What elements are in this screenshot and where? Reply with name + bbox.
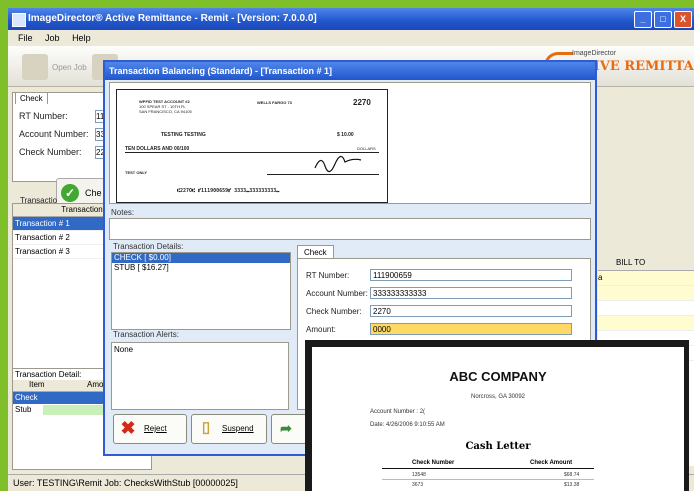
- rt-number-label: RT Number:: [306, 271, 350, 280]
- close-button[interactable]: X: [674, 11, 692, 28]
- title-bar: ImageDirector® Active Remittance - Remit…: [8, 8, 694, 30]
- menu-bar: File Job Help: [8, 30, 694, 46]
- detail-row-stub-label: Stub: [15, 405, 32, 414]
- notes-field[interactable]: [109, 218, 591, 240]
- open-job-icon[interactable]: [22, 54, 48, 80]
- maximize-button[interactable]: □: [654, 11, 672, 28]
- amount-label: Amount:: [306, 325, 336, 334]
- check-image: WPFID TEST ACCOUNT #2 100 SPEAR ST - 10T…: [116, 89, 388, 203]
- report-company: ABC COMPANY: [449, 369, 547, 384]
- report-col-check-amount: Check Amount: [530, 460, 573, 466]
- menu-help[interactable]: Help: [72, 33, 91, 43]
- signature-icon: [314, 155, 362, 173]
- check-image-panel: WPFID TEST ACCOUNT #2 100 SPEAR ST - 10T…: [109, 82, 591, 204]
- report-cell: 13548: [412, 472, 426, 478]
- check-pay-to: TESTING TESTING: [161, 132, 206, 138]
- report-account-line: Account Number : 2(: [370, 409, 426, 415]
- check-payer-city: SAN FRANCISCO, CA 94105: [139, 109, 192, 114]
- item-column-header[interactable]: Item: [29, 380, 45, 389]
- minimize-button[interactable]: _: [634, 11, 652, 28]
- check-number-print: 2270: [353, 98, 371, 107]
- report-row-rule: [382, 479, 594, 480]
- check-dollars-label: DOLLARS: [357, 146, 376, 151]
- open-job-label: Open Job: [52, 63, 87, 72]
- window-title: ImageDirector® Active Remittance - Remit…: [28, 13, 317, 24]
- next-arrow-icon: ➦: [280, 420, 292, 436]
- report-address: Norcross, GA 30092: [470, 394, 526, 400]
- check-number-label: Check Number:: [306, 307, 362, 316]
- tab-check-details[interactable]: Check: [297, 245, 334, 259]
- amount-input[interactable]: 0000: [370, 323, 572, 335]
- dialog-title: Transaction Balancing (Standard) - [Tran…: [105, 62, 595, 80]
- check-micr-line: ⑆227O⑆ ⑈111900659⑈ 3333⑉333333333⑉: [177, 188, 280, 194]
- transaction-details-label: Transaction Details:: [113, 242, 184, 251]
- tab-check[interactable]: Check: [15, 92, 48, 104]
- account-number-label: Account Number:: [19, 129, 89, 139]
- rt-number-label: RT Number:: [19, 111, 68, 121]
- rt-number-input[interactable]: 111900659: [370, 269, 572, 281]
- check-number-label: Check Number:: [19, 147, 82, 157]
- report-page: ABC COMPANY Norcross, GA 30092 Account N…: [312, 347, 684, 491]
- check-memo: TEST ONLY: [125, 170, 148, 175]
- cash-letter-report: ABC COMPANY Norcross, GA 30092 Account N…: [305, 340, 689, 491]
- report-header-rule: [382, 468, 594, 469]
- checkmark-icon: ✓: [61, 184, 79, 202]
- stub-amount-cell: [43, 405, 103, 415]
- suspend-icon: ▯: [201, 419, 211, 436]
- app-icon: [12, 13, 26, 27]
- check-number-input[interactable]: 2270: [370, 305, 572, 317]
- check-amount-box: $ 10.00: [337, 132, 354, 138]
- reject-x-icon: ✖: [120, 418, 136, 438]
- report-cell: $13.38: [564, 482, 580, 488]
- account-number-input[interactable]: 333333333333: [370, 287, 572, 299]
- check-signature-line: [267, 174, 379, 175]
- next-action-button[interactable]: ➦: [271, 414, 307, 444]
- report-date-line: Date: 4/26/2006 9:10:55 AM: [370, 422, 445, 428]
- suspend-label: Suspend: [222, 424, 254, 433]
- menu-file[interactable]: File: [18, 33, 33, 43]
- transaction-details-list: CHECK [ $0.00] STUB [ $16.27]: [111, 252, 291, 330]
- transaction-detail-item[interactable]: CHECK [ $0.00]: [112, 253, 290, 263]
- check-button-label: Che: [85, 188, 102, 198]
- grid-row[interactable]: [598, 286, 694, 301]
- reject-label: Reject: [144, 424, 167, 433]
- report-title: Cash Letter: [465, 441, 531, 452]
- report-cell: 3673: [412, 482, 424, 488]
- grid-row[interactable]: [598, 316, 694, 331]
- account-number-label: Account Number:: [306, 289, 368, 298]
- menu-job[interactable]: Job: [45, 33, 60, 43]
- reject-button[interactable]: ✖ Reject: [113, 414, 187, 444]
- logo-big-text: TIVE REMITTANCE: [584, 59, 694, 74]
- transaction-alerts-box: None: [111, 342, 289, 410]
- left-check-panel: Check RT Number: 11 Account Number: 33 C…: [12, 92, 111, 182]
- report-cell: $68.74: [564, 472, 580, 478]
- suspend-button[interactable]: ▯ Suspend: [191, 414, 267, 444]
- grid-row[interactable]: a: [598, 271, 694, 286]
- transaction-detail-item[interactable]: STUB [ $16.27]: [112, 263, 290, 273]
- transaction-alerts-label: Transaction Alerts:: [113, 330, 179, 339]
- check-bank: WELLS FARGO 73: [257, 100, 292, 105]
- grid-row[interactable]: [598, 301, 694, 316]
- bill-to-column-header[interactable]: BILL TO: [598, 256, 694, 271]
- logo-small-text: ImageDirector: [572, 50, 616, 57]
- report-col-check-number: Check Number: [412, 460, 455, 466]
- notes-label: Notes:: [111, 208, 135, 217]
